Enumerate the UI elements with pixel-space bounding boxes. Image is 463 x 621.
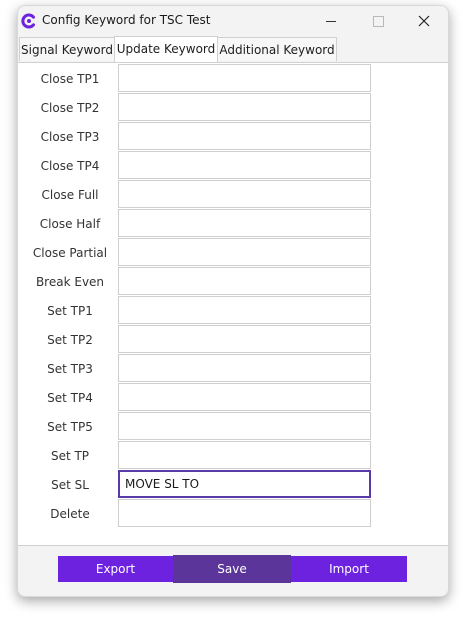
set-tp3-label: Set TP3 — [47, 362, 93, 376]
maximize-icon — [372, 15, 384, 27]
tab-additional-keyword[interactable]: Additional Keyword — [217, 37, 337, 61]
title-bar[interactable]: Config Keyword for TSC Test — [18, 6, 448, 36]
set-tp5-label: Set TP5 — [47, 420, 93, 434]
close-full-field[interactable] — [118, 180, 371, 208]
close-partial-label: Close Partial — [32, 246, 108, 260]
close-tp3-field[interactable] — [118, 122, 371, 150]
close-button[interactable] — [403, 8, 445, 34]
close-tp1-label: Close TP1 — [40, 72, 100, 86]
break-even-field[interactable] — [118, 267, 371, 295]
import-button[interactable]: Import — [291, 556, 407, 582]
close-tp4-label: Close TP4 — [40, 159, 100, 173]
tab-signal-keyword[interactable]: Signal Keyword — [19, 37, 115, 61]
set-tp2-field[interactable] — [118, 325, 371, 353]
close-tp3-label: Close TP3 — [40, 130, 100, 144]
set-sl-label: Set SL — [51, 478, 89, 492]
maximize-button[interactable] — [357, 8, 399, 34]
close-tp2-field[interactable] — [118, 93, 371, 121]
update-keyword-panel: Close TP1 Close TP2 Close TP3 Close TP4 … — [18, 62, 448, 546]
app-logo-icon — [21, 13, 37, 29]
minimize-icon — [326, 20, 336, 22]
set-tp-label: Set TP — [50, 449, 90, 463]
set-tp1-field[interactable] — [118, 296, 371, 324]
export-button[interactable]: Export — [58, 556, 173, 582]
tab-update-keyword[interactable]: Update Keyword — [114, 36, 218, 63]
set-sl-field[interactable]: MOVE SL TO — [118, 470, 371, 498]
tab-strip: Signal Keyword Update Keyword Additional… — [18, 36, 448, 63]
set-tp5-field[interactable] — [118, 412, 371, 440]
config-keyword-window: Config Keyword for TSC Test Signal Keywo… — [17, 5, 449, 597]
set-tp4-label: Set TP4 — [47, 391, 93, 405]
set-tp2-label: Set TP2 — [47, 333, 93, 347]
set-tp-field[interactable] — [118, 441, 371, 469]
set-tp1-label: Set TP1 — [47, 304, 93, 318]
minimize-button[interactable] — [310, 8, 352, 34]
close-full-label: Close Full — [41, 188, 99, 202]
close-tp1-field[interactable] — [118, 64, 371, 92]
break-even-label: Break Even — [35, 275, 105, 289]
button-bar: Export Save Import — [18, 545, 448, 596]
close-partial-field[interactable] — [118, 238, 371, 266]
window-title: Config Keyword for TSC Test — [42, 13, 211, 27]
close-icon — [418, 12, 430, 31]
close-half-field[interactable] — [118, 209, 371, 237]
set-tp4-field[interactable] — [118, 383, 371, 411]
set-tp3-field[interactable] — [118, 354, 371, 382]
delete-label: Delete — [50, 507, 90, 521]
delete-field[interactable] — [118, 499, 371, 527]
close-tp2-label: Close TP2 — [40, 101, 100, 115]
close-half-label: Close Half — [39, 217, 101, 231]
close-tp4-field[interactable] — [118, 151, 371, 179]
save-button[interactable]: Save — [173, 555, 291, 583]
